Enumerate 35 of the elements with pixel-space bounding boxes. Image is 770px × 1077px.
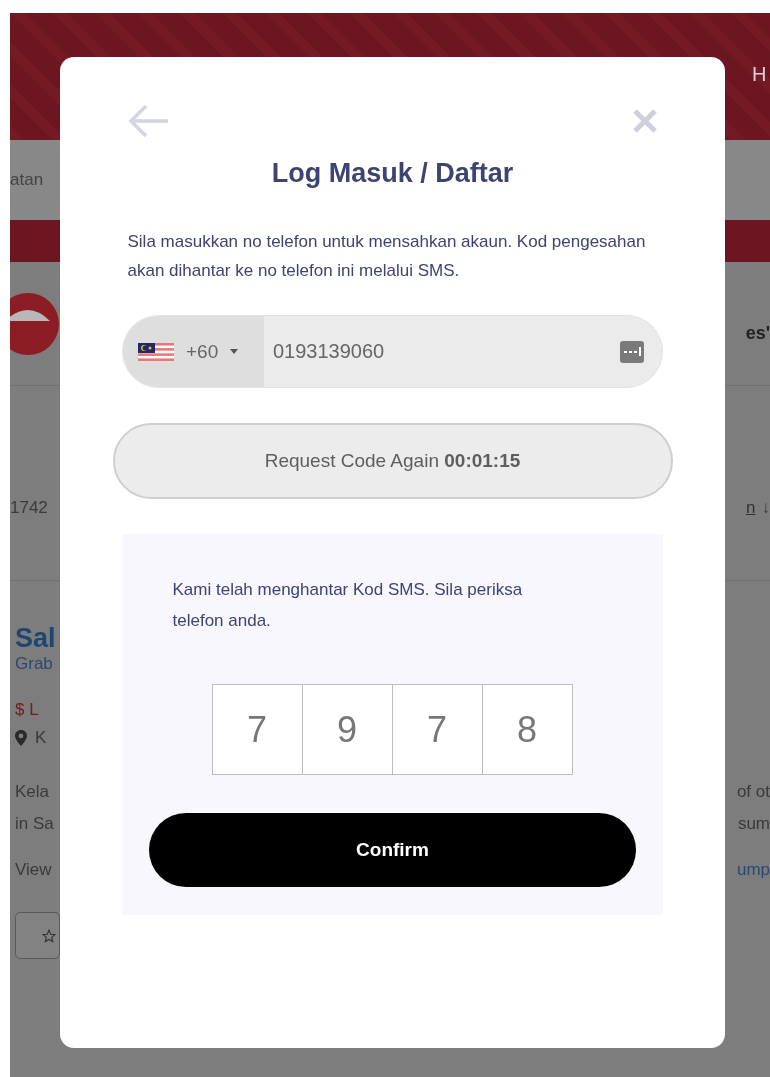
brand-text: es' [745,323,770,344]
sort-link[interactable]: n [746,498,756,518]
favorite-button[interactable] [15,912,60,959]
order-number: 1742 [10,498,48,518]
description-text: in Sa [15,813,54,835]
description-text: of ot [736,781,770,803]
view-text: View [15,859,52,881]
description-text: Kela [15,781,50,803]
close-icon[interactable] [631,108,658,134]
phone-field[interactable]: +60 0193139060 [122,315,663,388]
instructions-text: Sila masukkan no telefon untuk mensahkan akaun. Kod pengesahan akan dihantar ke no telefon ini melalui SMS. [127,231,647,282]
confirm-button[interactable]: Confirm [149,813,636,887]
dropdown-caret-icon [230,349,239,354]
code-digit-field[interactable]: 7 [211,684,303,775]
description-text: sum [737,813,770,835]
sort-arrow: ↓ [761,498,770,518]
location-text: K [35,728,47,748]
header-link[interactable]: H [752,63,770,86]
code-digit-field[interactable]: 8 [481,684,573,775]
price-text: $ L [15,700,40,720]
location-pin-icon [15,730,27,746]
code-digit-field[interactable]: 9 [301,684,393,775]
keyboard-icon [620,340,644,363]
malaysia-flag-icon [138,342,174,361]
star-icon [42,928,56,943]
code-digit-field[interactable]: 7 [391,684,483,775]
logo-icon [10,290,60,357]
store-name: Sal [15,623,57,654]
modal-title: Log Masuk / Daftar [271,158,514,189]
country-code-select[interactable]: +60 [123,316,264,387]
sms-message: Kami telah menghantar Kod SMS. Sila periksa telefon anda. [172,579,524,632]
nav-item[interactable]: atan [10,170,44,190]
store-subtitle: Grab [15,654,54,674]
request-code-button[interactable]: Request Code Again 00:01:15 [112,423,673,499]
back-arrow-icon[interactable] [127,104,170,138]
